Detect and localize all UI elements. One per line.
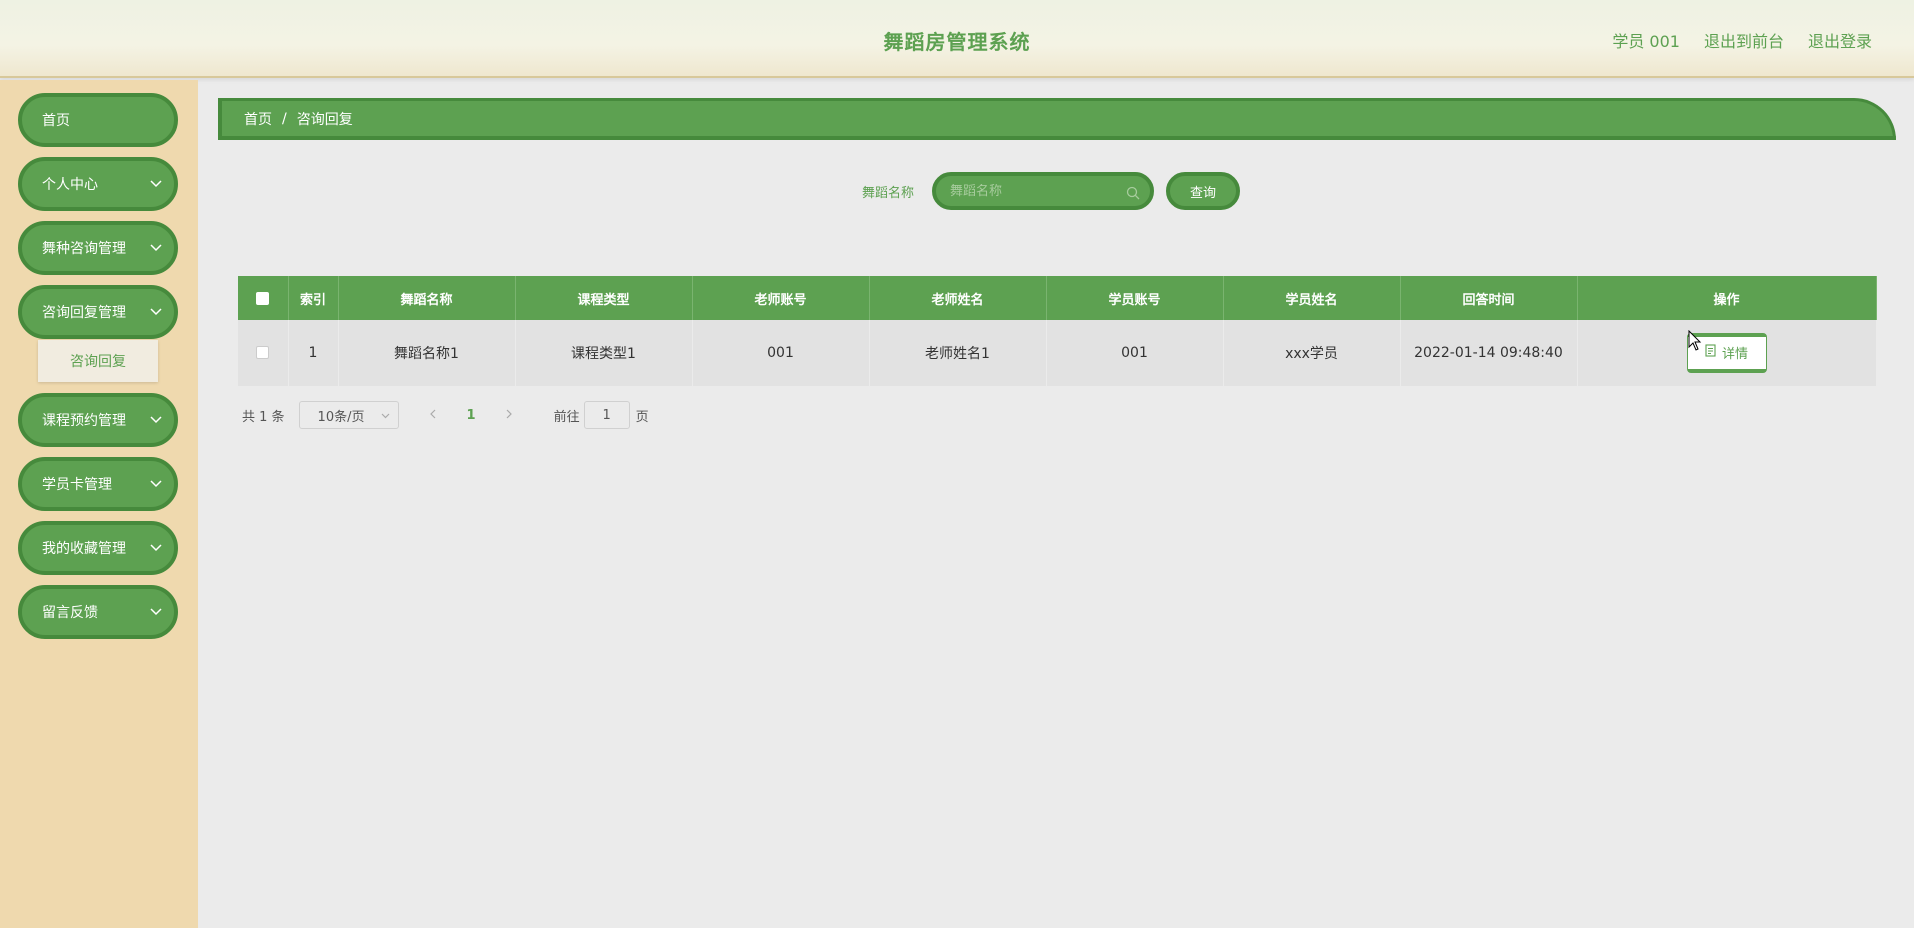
logout-link[interactable]: 退出登录 [1808,28,1872,52]
sidebar: 首页 个人中心 舞种咨询管理 咨询回复管理 咨询回复 课程预约管理 学员卡管理 … [0,80,198,928]
breadcrumb-home[interactable]: 首页 [244,109,272,129]
search-icon [1126,185,1140,200]
sidebar-subitem-reply[interactable]: 咨询回复 [38,340,158,382]
table-cell: 2022-01-14 09:48:40 [1400,320,1578,387]
breadcrumb: 首页 / 咨询回复 [218,98,1896,140]
total-count: 共 1 条 [242,409,285,425]
query-button[interactable]: 查询 [1166,172,1240,210]
goto-unit: 页 [635,409,649,425]
search-label: 舞蹈名称 [862,186,915,201]
column-header: 课程类型 [515,276,693,320]
page-size-select[interactable]: 10条/页 [298,401,399,429]
breadcrumb-separator: / [282,110,287,127]
exit-to-front-link[interactable]: 退出到前台 [1704,28,1784,52]
column-header: 回答时间 [1400,276,1578,320]
column-header: 舞蹈名称 [338,276,516,320]
goto-label: 前往 [553,409,580,425]
chevron-down-icon [150,178,162,190]
goto-page-input[interactable]: 1 [583,401,630,429]
search-field[interactable] [932,172,1154,210]
chevron-down-icon [381,408,390,423]
action-cell: 详情 [1577,320,1877,387]
row-checkbox[interactable] [256,346,270,360]
sidebar-item-feedback[interactable]: 留言反馈 [18,585,178,639]
chevron-down-icon [150,606,162,618]
chevron-down-icon [150,242,162,254]
sidebar-item-label: 我的收藏管理 [42,541,126,557]
sidebar-item-label: 课程预约管理 [42,413,126,429]
column-header: 操作 [1577,276,1877,320]
column-header: 学员姓名 [1223,276,1401,320]
chevron-down-icon [150,542,162,554]
prev-page-icon[interactable] [427,407,439,423]
page-size-value: 10条/页 [317,409,365,425]
select-all-checkbox[interactable] [256,291,270,305]
header-links: 学员 001 退出到前台 退出登录 [1612,28,1872,52]
column-header: 学员账号 [1046,276,1224,320]
sidebar-item-student-card[interactable]: 学员卡管理 [18,457,178,511]
table-cell: 老师姓名1 [869,320,1047,387]
current-user-label[interactable]: 学员 001 [1612,28,1680,52]
chevron-down-icon [150,306,162,318]
table-cell: 001 [692,320,870,387]
column-header: 老师账号 [692,276,870,320]
table-cell: xxx学员 [1223,320,1401,387]
sidebar-item-reply-management[interactable]: 咨询回复管理 [18,285,178,339]
sidebar-item-label: 个人中心 [42,177,98,193]
reply-table: 索引 舞蹈名称 课程类型 老师账号 老师姓名 学员账号 学员姓名 回答时间 操作… [238,276,1877,387]
sidebar-item-course-booking[interactable]: 课程预约管理 [18,393,178,447]
table-cell: 课程类型1 [515,320,693,387]
current-page-number[interactable]: 1 [467,408,476,423]
sidebar-item-label: 首页 [42,113,70,129]
sidebar-item-favorites[interactable]: 我的收藏管理 [18,521,178,575]
breadcrumb-current: 咨询回复 [296,111,353,128]
column-header: 老师姓名 [869,276,1047,320]
document-icon [1705,344,1716,361]
detail-button-label: 详情 [1721,347,1748,363]
table-cell: 舞蹈名称1 [338,320,516,387]
search-input[interactable] [950,183,1120,199]
table-header-row: 索引 舞蹈名称 课程类型 老师账号 老师姓名 学员账号 学员姓名 回答时间 操作 [238,276,1877,320]
sidebar-item-dance-consult[interactable]: 舞种咨询管理 [18,221,178,275]
table-cell: 1 [288,320,339,387]
chevron-down-icon [150,478,162,490]
chevron-down-icon [150,414,162,426]
sidebar-item-home[interactable]: 首页 [18,93,178,147]
sidebar-item-label: 咨询回复管理 [42,305,126,321]
column-header: 索引 [288,276,339,320]
sidebar-item-personal-center[interactable]: 个人中心 [18,157,178,211]
table-row: 1 舞蹈名称1 课程类型1 001 老师姓名1 001 xxx学员 2022-0… [238,320,1877,387]
next-page-icon[interactable] [504,407,516,423]
select-all-cell [238,276,289,320]
row-select-cell [238,320,289,387]
table-cell: 001 [1046,320,1224,387]
sidebar-item-label: 舞种咨询管理 [42,241,126,257]
pagination: 共 1 条 10条/页 1 前往 1 页 [242,400,649,430]
mouse-cursor-icon [1688,330,1702,351]
sidebar-item-label: 学员卡管理 [42,477,112,493]
sidebar-item-label: 留言反馈 [42,605,98,621]
top-header: 舞蹈房管理系统 学员 001 退出到前台 退出登录 [0,0,1914,78]
